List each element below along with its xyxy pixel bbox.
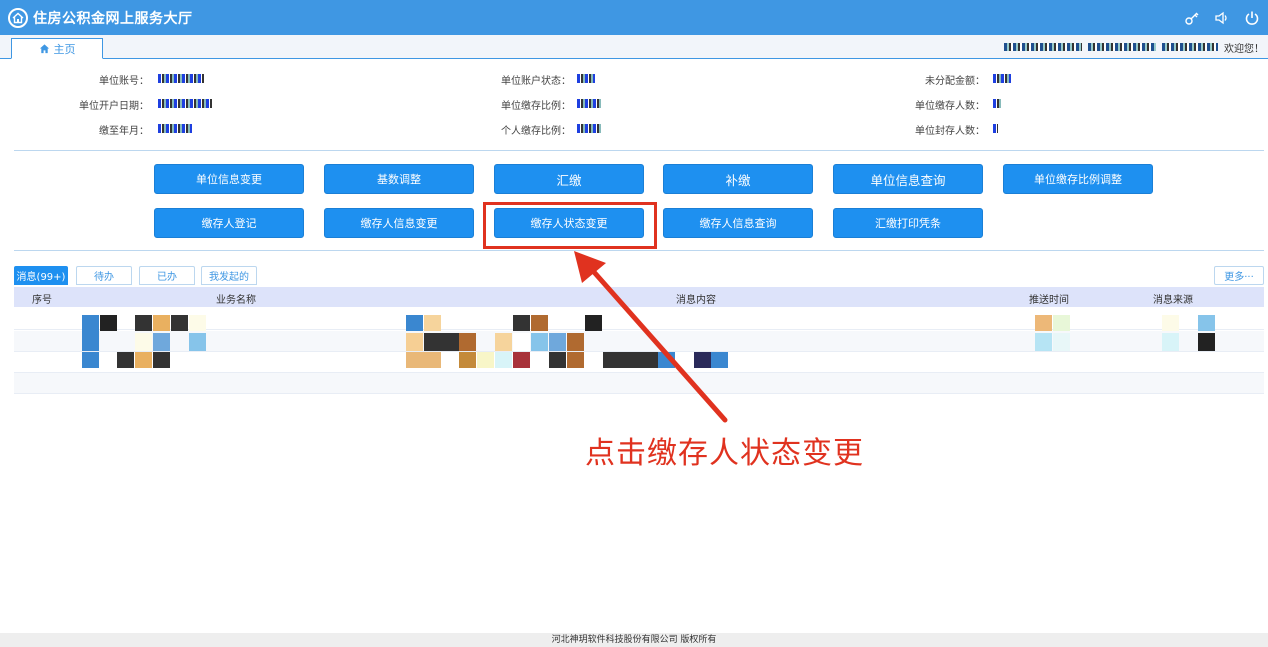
- redacted-cell: [495, 352, 512, 368]
- tab-done[interactable]: 已办: [139, 266, 195, 285]
- redacted-user-block: [1004, 43, 1082, 51]
- welcome-text: 欢迎您！: [1224, 43, 1264, 55]
- unit-ratio-value: [577, 98, 601, 109]
- unit-account-label: 单位账号：: [99, 76, 149, 87]
- personal-ratio-value: [577, 123, 601, 134]
- column-header: 序号: [32, 295, 52, 306]
- unit-ratio-adjust-button[interactable]: 单位缴存比例调整: [1003, 164, 1153, 194]
- info-row: 单位开户日期： 单位缴存比例： 单位缴存人数：: [0, 97, 1268, 122]
- redacted-cell: [82, 331, 99, 351]
- supplementary-pay-button[interactable]: 补缴: [663, 164, 813, 194]
- redacted-cell: [135, 352, 152, 368]
- annotation-text: 点击缴存人状态变更: [585, 436, 864, 471]
- tab-home[interactable]: 主页: [11, 38, 103, 59]
- unallocated-amount-label: 未分配金额：: [925, 76, 985, 87]
- personal-ratio-label: 个人缴存比例：: [501, 126, 571, 137]
- redacted-cell: [135, 333, 152, 351]
- tab-messages[interactable]: 消息(99+): [14, 266, 68, 285]
- redacted-cell: [153, 352, 170, 368]
- depositor-info-query-button[interactable]: 缴存人信息查询: [663, 208, 813, 238]
- footer: 河北神玥软件科技股份有限公司 版权所有: [0, 633, 1268, 647]
- redacted-cell: [1198, 333, 1215, 351]
- column-header: 消息来源: [1153, 295, 1193, 306]
- redacted-cell: [189, 315, 206, 331]
- redacted-cell: [135, 315, 152, 331]
- unallocated-amount-value: [993, 73, 1011, 84]
- redacted-cell: [1162, 333, 1179, 351]
- base-adjust-button[interactable]: 基数调整: [324, 164, 474, 194]
- key-icon[interactable]: [1184, 10, 1200, 26]
- redacted-cell: [513, 352, 530, 368]
- redacted-cell: [189, 333, 206, 351]
- redacted-cell: [1035, 333, 1052, 351]
- unit-info-panel: 单位账号： 单位账户状态： 未分配金额： 单位开户日期： 单位缴存比例： 单位缴…: [0, 72, 1268, 147]
- tab-todo[interactable]: 待办: [76, 266, 132, 285]
- redacted-cell: [153, 333, 170, 351]
- redacted-cell: [531, 315, 548, 331]
- redacted-cell: [406, 333, 423, 351]
- redacted-cell: [171, 315, 188, 331]
- unit-sealed-value: [993, 123, 998, 134]
- unit-account-status-value: [577, 73, 595, 84]
- paid-until-label: 缴至年月：: [99, 126, 149, 137]
- logo-icon: [8, 7, 28, 28]
- unit-open-date-value: [158, 98, 212, 109]
- tab-home-label: 主页: [53, 42, 76, 56]
- redacted-cell: [117, 352, 134, 368]
- redacted-cell: [459, 333, 476, 351]
- unit-depositors-value: [993, 98, 1001, 109]
- annotation-arrow: [574, 251, 728, 423]
- column-header: 推送时间: [1029, 295, 1069, 306]
- depositor-info-change-button[interactable]: 缴存人信息变更: [324, 208, 474, 238]
- unit-info-change-button[interactable]: 单位信息变更: [154, 164, 304, 194]
- column-header: 业务名称: [216, 295, 256, 306]
- user-info: 欢迎您！: [1004, 40, 1264, 55]
- redacted-cell: [82, 352, 99, 368]
- remit-print-receipt-button[interactable]: 汇缴打印凭条: [833, 208, 983, 238]
- unit-sealed-label: 单位封存人数：: [915, 126, 985, 137]
- app-header: 住房公积金网上服务大厅: [0, 0, 1268, 35]
- unit-ratio-label: 单位缴存比例：: [501, 101, 571, 112]
- home-icon: [39, 44, 49, 54]
- redacted-cell: [513, 333, 530, 351]
- power-icon[interactable]: [1244, 10, 1260, 26]
- redacted-cell: [424, 333, 459, 351]
- redacted-user-block: [1088, 43, 1156, 51]
- unit-account-value: [158, 73, 204, 84]
- redacted-cell: [495, 333, 512, 351]
- redacted-cell: [477, 352, 494, 368]
- unit-depositors-label: 单位缴存人数：: [915, 101, 985, 112]
- info-row: 单位账号： 单位账户状态： 未分配金额：: [0, 72, 1268, 97]
- more-button[interactable]: 更多···: [1214, 266, 1264, 285]
- divider: [14, 150, 1264, 151]
- redacted-cell: [531, 333, 548, 351]
- redacted-cell: [513, 315, 530, 331]
- redacted-cell: [100, 315, 117, 331]
- unit-open-date-label: 单位开户日期：: [79, 101, 149, 112]
- header-icons: [1184, 0, 1260, 35]
- unit-account-status-label: 单位账户状态：: [501, 76, 571, 87]
- unit-info-query-button[interactable]: 单位信息查询: [833, 164, 983, 194]
- depositor-register-button[interactable]: 缴存人登记: [154, 208, 304, 238]
- redacted-user-block: [1162, 43, 1218, 51]
- info-row: 缴至年月： 个人缴存比例： 单位封存人数：: [0, 122, 1268, 147]
- redacted-cell: [406, 352, 441, 368]
- redacted-cell: [406, 315, 423, 331]
- redacted-cell: [459, 352, 476, 368]
- remit-button[interactable]: 汇缴: [494, 164, 644, 194]
- redacted-cell: [424, 315, 441, 331]
- speaker-icon[interactable]: [1214, 10, 1230, 26]
- redacted-cell: [153, 315, 170, 331]
- tab-initiated[interactable]: 我发起的: [201, 266, 257, 285]
- tab-bar: 主页 欢迎您！: [0, 35, 1268, 59]
- paid-until-value: [158, 123, 192, 134]
- highlight-box: [483, 202, 657, 249]
- redacted-cell: [1053, 333, 1070, 351]
- app-title: 住房公积金网上服务大厅: [33, 10, 193, 27]
